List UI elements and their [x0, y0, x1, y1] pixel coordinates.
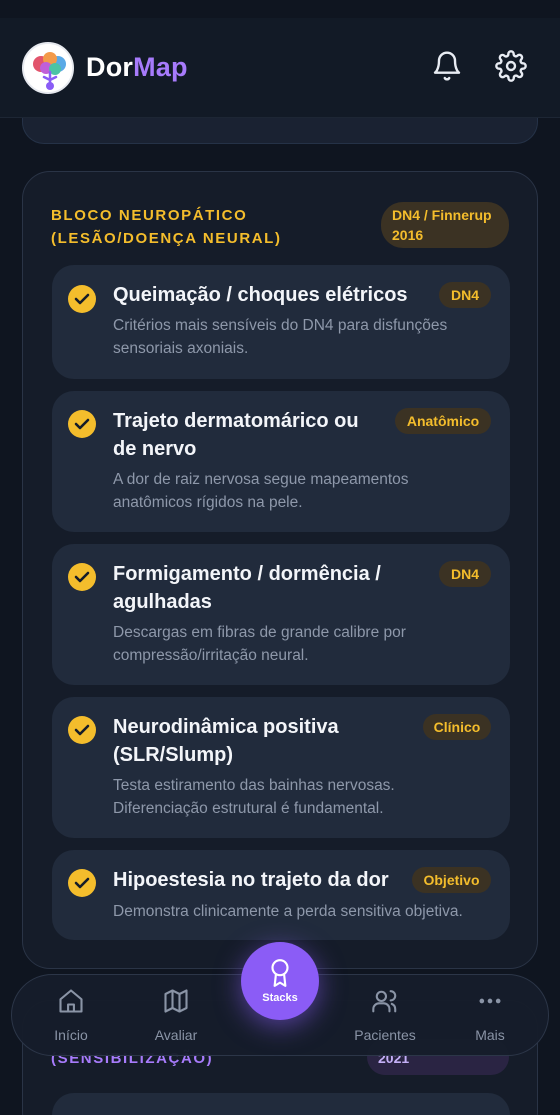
section-source-badge: DN4 / Finnerup 2016	[381, 202, 509, 248]
fab-label: Stacks	[262, 992, 298, 1004]
criterion-title: Trajeto dermatomárico ou de nervo	[113, 410, 359, 460]
nav-label: Pacientes	[354, 1027, 416, 1043]
criterion-item-burning[interactable]: Queimação / choques elétricos DN4 Critér…	[52, 265, 510, 379]
criterion-description: Demonstra clinicamente a perda sensitiva…	[113, 903, 463, 920]
criterion-tag: DN4	[439, 561, 491, 587]
next-criterion-item[interactable]	[52, 1093, 510, 1115]
criterion-item-hypoesthesia[interactable]: Hipoestesia no trajeto da dor Objetivo D…	[52, 850, 510, 940]
criterion-title: Neurodinâmica positiva (SLR/Slump)	[113, 716, 339, 766]
users-icon	[372, 990, 397, 1013]
more-icon	[479, 998, 501, 1004]
criterion-tag: Clínico	[423, 714, 491, 740]
criterion-title: Hipoestesia no trajeto da dor	[113, 869, 389, 891]
nav-item-evaluate[interactable]: Avaliar	[131, 975, 221, 1057]
award-icon	[271, 959, 289, 987]
status-bar	[0, 0, 560, 18]
app-title: DorMap	[86, 52, 188, 82]
nav-item-home[interactable]: Início	[26, 975, 116, 1057]
nav-item-more[interactable]: Mais	[445, 975, 535, 1057]
criterion-item-tingling[interactable]: Formigamento / dormência / agulhadas DN4…	[52, 544, 510, 685]
nav-label: Início	[54, 1027, 88, 1043]
criterion-description: Critérios mais sensíveis do DN4 para dis…	[113, 317, 448, 357]
criterion-description: A dor de raiz nervosa segue mapeamentos …	[113, 471, 409, 511]
home-icon	[59, 989, 83, 1013]
criterion-description: Testa estiramento das bainhas nervosas. …	[113, 777, 395, 817]
gear-icon[interactable]	[495, 50, 527, 82]
nav-label: Mais	[475, 1027, 505, 1043]
criterion-tag: Anatômico	[395, 408, 491, 434]
criterion-description: Descargas em fibras de grande calibre po…	[113, 624, 406, 664]
criterion-item-dermatome[interactable]: Trajeto dermatomárico ou de nervo Anatôm…	[52, 391, 510, 532]
bell-icon[interactable]	[431, 50, 463, 82]
check-icon[interactable]	[68, 716, 96, 744]
check-icon[interactable]	[68, 563, 96, 591]
criterion-item-neurodynamics[interactable]: Neurodinâmica positiva (SLR/Slump) Clíni…	[52, 697, 510, 838]
stacks-fab-button[interactable]: Stacks	[241, 942, 319, 1020]
criterion-tag: Objetivo	[412, 867, 491, 893]
check-icon[interactable]	[68, 410, 96, 438]
map-icon	[164, 989, 188, 1013]
neuropathic-block-card: BLOCO NEUROPÁTICO (LESÃO/DOENÇA NEURAL) …	[22, 171, 538, 969]
nav-label: Avaliar	[154, 1027, 198, 1043]
check-icon[interactable]	[68, 869, 96, 897]
app-header: DorMap	[0, 18, 560, 118]
criterion-title: Queimação / choques elétricos	[113, 284, 408, 306]
check-icon[interactable]	[68, 285, 96, 313]
nav-item-patients[interactable]: Pacientes	[340, 975, 430, 1057]
criterion-title: Formigamento / dormência / agulhadas	[113, 563, 381, 613]
section-title: BLOCO NEUROPÁTICO (LESÃO/DOENÇA NEURAL)	[51, 207, 282, 247]
app-logo[interactable]	[22, 42, 74, 94]
criterion-tag: DN4	[439, 282, 491, 308]
